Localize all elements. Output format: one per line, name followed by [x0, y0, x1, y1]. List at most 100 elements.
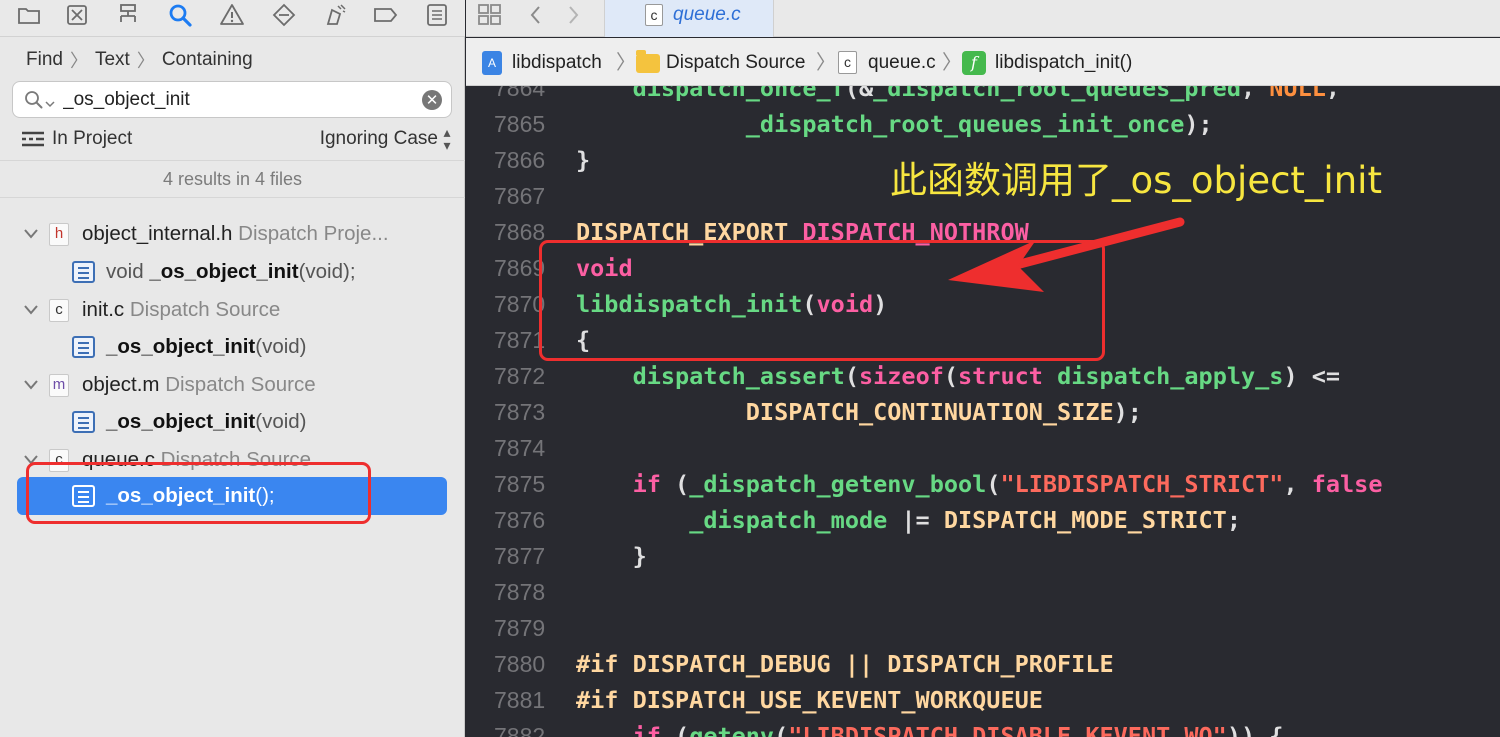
- line-number: 7875: [494, 471, 546, 497]
- debug-icon[interactable]: [322, 2, 348, 28]
- code-text: }: [576, 538, 647, 574]
- line-number: 7873: [494, 399, 546, 425]
- line-number: 7867: [494, 183, 546, 209]
- jumpbar-group[interactable]: Dispatch Source: [666, 50, 805, 76]
- annotation-text: 此函数调用了_os_object_init: [890, 159, 1382, 202]
- find-mode-text[interactable]: Text: [95, 49, 130, 71]
- line-number: 7866: [494, 147, 546, 173]
- result-file-group: Dispatch Source: [129, 298, 281, 321]
- report-icon[interactable]: [424, 2, 450, 28]
- hierarchy-icon[interactable]: [115, 2, 141, 28]
- line-number: 7865: [494, 111, 546, 137]
- line-number: 7874: [494, 435, 546, 461]
- code-token: if: [632, 722, 661, 737]
- code-token: (: [844, 362, 859, 390]
- up-down-caret-icon[interactable]: ▴ ▾: [442, 125, 452, 152]
- search-options-icon[interactable]: [23, 89, 45, 111]
- search-scope-row: In Project Ignoring Case ▴ ▾: [22, 125, 452, 152]
- jumpbar-project[interactable]: libdispatch: [512, 50, 602, 76]
- code-token: (: [943, 362, 959, 390]
- chevron-right-icon: 〉: [942, 52, 962, 74]
- c-file-icon: c: [645, 4, 663, 26]
- header-file-icon: h: [49, 223, 69, 246]
- annotation-arrow-icon: [948, 217, 1185, 292]
- code-token: );: [1184, 110, 1213, 138]
- result-file-name: object.m: [82, 373, 160, 396]
- c-file-icon: c: [49, 299, 69, 322]
- chevron-down-icon[interactable]: [45, 96, 55, 108]
- match-prefix: void: [106, 260, 150, 283]
- clear-search-icon[interactable]: ✕: [422, 90, 442, 110]
- code-token: NULL: [1269, 86, 1326, 102]
- code-text: #if DISPATCH_DEBUG || DISPATCH_PROFILE: [576, 646, 1114, 682]
- code-token: ,: [1325, 86, 1341, 102]
- jumpbar-function[interactable]: libdispatch_init(): [995, 50, 1132, 76]
- code-text: DISPATCH_CONTINUATION_SIZE);: [576, 394, 1142, 430]
- results-summary: 4 results in 4 files: [0, 160, 465, 198]
- match-suffix: (void): [255, 410, 307, 433]
- tab-title: queue.c: [673, 4, 741, 25]
- code-token: _dispatch_getenv_bool: [689, 470, 987, 498]
- line-number: 7882: [494, 723, 546, 737]
- find-mode-containing[interactable]: Containing: [162, 49, 253, 71]
- text-match-icon: [72, 261, 95, 283]
- disclosure-chevron-icon[interactable]: [22, 369, 40, 401]
- objc-file-icon: m: [49, 374, 69, 397]
- back-arrow-icon[interactable]: [522, 2, 550, 28]
- search-input[interactable]: [63, 87, 423, 113]
- code-token: struct: [958, 362, 1058, 390]
- code-token: #if DISPATCH_USE_KEVENT_WORKQUEUE: [576, 686, 1043, 714]
- result-match-row[interactable]: void _os_object_init(void);: [0, 255, 465, 289]
- warning-icon[interactable]: [219, 2, 245, 28]
- source-control-icon[interactable]: [64, 2, 90, 28]
- code-token: false: [1311, 470, 1383, 498]
- result-file-row[interactable]: m object.m Dispatch Source: [0, 369, 465, 401]
- find-mode-breadcrumb[interactable]: Find 〉 Text 〉 Containing: [26, 48, 253, 72]
- code-token: }: [576, 146, 591, 174]
- folder-icon: [636, 50, 660, 73]
- test-icon[interactable]: [271, 2, 297, 28]
- jumpbar-file[interactable]: queue.c: [868, 50, 936, 76]
- grid-icon[interactable]: [476, 2, 504, 28]
- search-icon[interactable]: [167, 2, 193, 28]
- jump-bar: A libdispatch 〉 Dispatch Source 〉 c queu…: [466, 38, 1500, 86]
- find-mode-find[interactable]: Find: [26, 49, 63, 71]
- result-match-row[interactable]: _os_object_init(void): [0, 405, 465, 439]
- result-file-group: Dispatch Proje...: [238, 222, 389, 245]
- code-line: 7875 if (_dispatch_getenv_bool("LIBDISPA…: [466, 466, 1500, 502]
- code-token: _dispatch_root_queues_init_once: [745, 110, 1185, 138]
- find-navigator: Find 〉 Text 〉 Containing ✕ In Project Ig…: [0, 0, 465, 737]
- chevron-right-icon: 〉: [69, 51, 88, 71]
- line-number: 7876: [494, 507, 546, 533]
- disclosure-chevron-icon[interactable]: [22, 294, 40, 326]
- code-token: _dispatch_root_queues_pred: [873, 86, 1241, 102]
- code-token: DISPATCH_MODE_STRICT: [943, 506, 1227, 534]
- breakpoint-icon[interactable]: [372, 2, 398, 28]
- code-line: 7872 dispatch_assert(sizeof(struct dispa…: [466, 358, 1500, 394]
- code-token: (&: [844, 86, 874, 102]
- project-icon: A: [482, 51, 502, 75]
- tab-queue-c[interactable]: c queue.c: [604, 0, 774, 37]
- folder-icon[interactable]: [16, 2, 42, 28]
- case-sensitivity-popup[interactable]: Ignoring Case: [320, 128, 438, 150]
- disclosure-chevron-icon[interactable]: [22, 218, 40, 250]
- search-scope-button[interactable]: In Project: [52, 128, 132, 150]
- scope-list-icon[interactable]: [22, 131, 44, 147]
- forward-arrow-icon[interactable]: [560, 2, 588, 28]
- text-match-icon: [72, 336, 95, 358]
- line-number: 7864: [494, 86, 546, 101]
- result-file-row[interactable]: c init.c Dispatch Source: [0, 294, 465, 326]
- search-field[interactable]: ✕: [12, 81, 452, 118]
- result-file-row[interactable]: h object_internal.h Dispatch Proje...: [0, 218, 465, 250]
- navigator-toolbar: [0, 0, 465, 37]
- code-token: ,: [1283, 470, 1312, 498]
- line-number: 7880: [494, 651, 546, 677]
- result-match-row[interactable]: _os_object_init(void): [0, 330, 465, 364]
- code-token: |=: [887, 506, 944, 534]
- code-token: dispatch_once_f: [632, 86, 845, 102]
- match-highlight: _os_object_init: [149, 260, 299, 283]
- code-token: (: [660, 722, 690, 737]
- code-text: if (_dispatch_getenv_bool("LIBDISPATCH_S…: [576, 466, 1383, 502]
